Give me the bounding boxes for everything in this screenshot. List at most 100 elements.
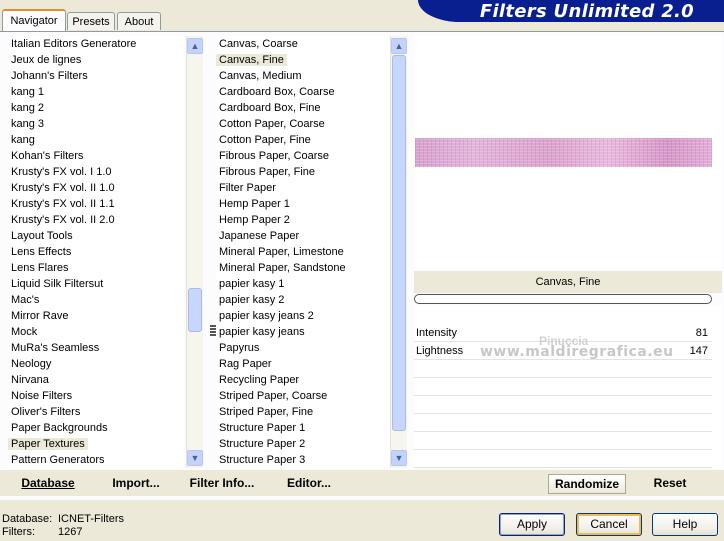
param-value: 81 <box>695 327 708 339</box>
scroll-up-icon[interactable]: ▲ <box>391 38 407 54</box>
param-row-empty <box>414 414 712 432</box>
list-item[interactable]: Krusty's FX vol. II 2.0 <box>8 212 184 228</box>
filter-info-button[interactable]: Filter Info... <box>188 474 256 492</box>
list-item[interactable]: Canvas, Coarse <box>216 36 390 52</box>
list-item[interactable]: Liquid Silk Filtersut <box>8 276 184 292</box>
scroll-down-icon[interactable]: ▼ <box>391 450 407 466</box>
list-item[interactable]: Lens Effects <box>8 244 184 260</box>
list-item[interactable]: Structure Paper 3 <box>216 452 390 468</box>
list-item[interactable]: kang 1 <box>8 84 184 100</box>
list-item[interactable]: papier kasy 1 <box>216 276 390 292</box>
list-item[interactable]: Hemp Paper 2 <box>216 212 390 228</box>
list-item[interactable]: Filter Paper <box>216 180 390 196</box>
tab-presets[interactable]: Presets <box>67 12 115 30</box>
list-item[interactable]: Canvas, Medium <box>216 68 390 84</box>
list-item[interactable]: kang <box>8 132 184 148</box>
editor-button[interactable]: Editor... <box>286 474 332 492</box>
import-button[interactable]: Import... <box>110 474 162 492</box>
filter-list[interactable]: Canvas, Coarse Canvas, Fine Canvas, Medium… <box>216 36 390 468</box>
list-item[interactable]: Nirvana <box>8 372 184 388</box>
param-name: Lightness <box>416 345 464 357</box>
database-button[interactable]: Database <box>20 474 76 492</box>
list-item[interactable]: Paper Textures <box>8 436 184 452</box>
tab-navigator[interactable]: Navigator <box>2 9 66 32</box>
scroll-down-icon[interactable]: ▼ <box>187 450 203 466</box>
list-item[interactable]: Structure Paper 2 <box>216 436 390 452</box>
list-item[interactable]: Japanese Paper <box>216 228 390 244</box>
help-button[interactable]: Help <box>652 513 718 536</box>
list-item[interactable]: Striped Paper, Coarse <box>216 388 390 404</box>
filters-count-label: Filters: <box>2 526 35 538</box>
list-item[interactable]: Hemp Paper 1 <box>216 196 390 212</box>
list-item[interactable]: Kohan's Filters <box>8 148 184 164</box>
list-item[interactable]: Cardboard Box, Fine <box>216 100 390 116</box>
param-row-empty <box>414 360 712 378</box>
list-item[interactable]: Mineral Paper, Limestone <box>216 244 390 260</box>
list-item[interactable]: Neology <box>8 356 184 372</box>
database-label: Database: <box>2 513 53 525</box>
param-row-empty <box>414 378 712 396</box>
list-item[interactable]: Johann's Filters <box>8 68 184 84</box>
list-item[interactable]: Pattern Generators <box>8 452 184 468</box>
randomize-button[interactable]: Randomize <box>548 474 626 494</box>
list-item[interactable]: papier kasy jeans <box>216 324 390 340</box>
list-item[interactable]: Noise Filters <box>8 388 184 404</box>
tab-strip: Navigator Presets About <box>0 0 420 32</box>
list-item[interactable]: Krusty's FX vol. I 1.0 <box>8 164 184 180</box>
list-item[interactable]: Layout Tools <box>8 228 184 244</box>
list-item[interactable]: Canvas, Fine <box>216 52 390 68</box>
reset-button[interactable]: Reset <box>642 474 698 492</box>
scroll-up-icon[interactable]: ▲ <box>187 38 203 54</box>
list-item[interactable]: kang 3 <box>8 116 184 132</box>
list-item[interactable]: papier kasy jeans 2 <box>216 308 390 324</box>
list-item[interactable]: Cotton Paper, Fine <box>216 132 390 148</box>
list-item[interactable]: Fibrous Paper, Coarse <box>216 148 390 164</box>
filter-name-label: Canvas, Fine <box>414 271 722 293</box>
banner-title: Filters Unlimited 2.0 <box>479 1 694 22</box>
list-item[interactable]: Structure Paper 1 <box>216 420 390 436</box>
drag-grip-icon <box>210 325 216 336</box>
list-item[interactable]: Recycling Paper <box>216 372 390 388</box>
preview-image <box>415 138 712 167</box>
list-item[interactable]: Mirror Rave <box>8 308 184 324</box>
param-row-empty <box>414 432 712 450</box>
list-item[interactable]: Mac's <box>8 292 184 308</box>
list-item[interactable]: Paper Backgrounds <box>8 420 184 436</box>
list-item[interactable]: MuRa's Seamless <box>8 340 184 356</box>
list-item[interactable]: Oliver's Filters <box>8 404 184 420</box>
param-name: Intensity <box>416 327 457 339</box>
list-item[interactable]: Striped Paper, Fine <box>216 404 390 420</box>
bottom-toolbar: Database Import... Filter Info... Editor… <box>0 470 724 496</box>
database-value: ICNET-Filters <box>58 513 124 525</box>
list-item[interactable]: Jeux de lignes <box>8 52 184 68</box>
list-item[interactable]: Mock <box>8 324 184 340</box>
scroll-thumb[interactable] <box>392 55 406 431</box>
filter-scrollbar[interactable]: ▲ ▼ <box>390 36 407 468</box>
list-item[interactable]: Krusty's FX vol. II 1.1 <box>8 196 184 212</box>
apply-button[interactable]: Apply <box>499 513 565 536</box>
list-item[interactable]: Fibrous Paper, Fine <box>216 164 390 180</box>
param-value: 147 <box>689 345 708 357</box>
scroll-thumb[interactable] <box>188 288 202 332</box>
list-item[interactable]: Cotton Paper, Coarse <box>216 116 390 132</box>
list-item[interactable]: Krusty's FX vol. II 1.0 <box>8 180 184 196</box>
category-scrollbar[interactable]: ▲ ▼ <box>186 36 203 468</box>
list-item-selected: Paper Textures <box>8 438 88 450</box>
list-item[interactable]: Papyrus <box>216 340 390 356</box>
list-item[interactable]: Lens Flares <box>8 260 184 276</box>
title-banner: Filters Unlimited 2.0 <box>418 0 724 22</box>
cancel-button[interactable]: Cancel <box>576 513 642 536</box>
list-item-selected: Canvas, Fine <box>216 54 287 66</box>
list-item[interactable]: Italian Editors Generatore <box>8 36 184 52</box>
list-item[interactable]: Rag Paper <box>216 356 390 372</box>
filters-count-value: 1267 <box>58 526 83 538</box>
category-list[interactable]: Italian Editors Generatore Jeux de lignes… <box>8 36 184 468</box>
list-item[interactable]: kang 2 <box>8 100 184 116</box>
preview-area <box>414 36 722 270</box>
list-item[interactable]: Cardboard Box, Coarse <box>216 84 390 100</box>
tab-about[interactable]: About <box>117 12 161 30</box>
list-item[interactable]: Mineral Paper, Sandstone <box>216 260 390 276</box>
list-item[interactable]: papier kasy 2 <box>216 292 390 308</box>
param-row-empty <box>414 396 712 414</box>
progress-bar <box>414 294 712 304</box>
